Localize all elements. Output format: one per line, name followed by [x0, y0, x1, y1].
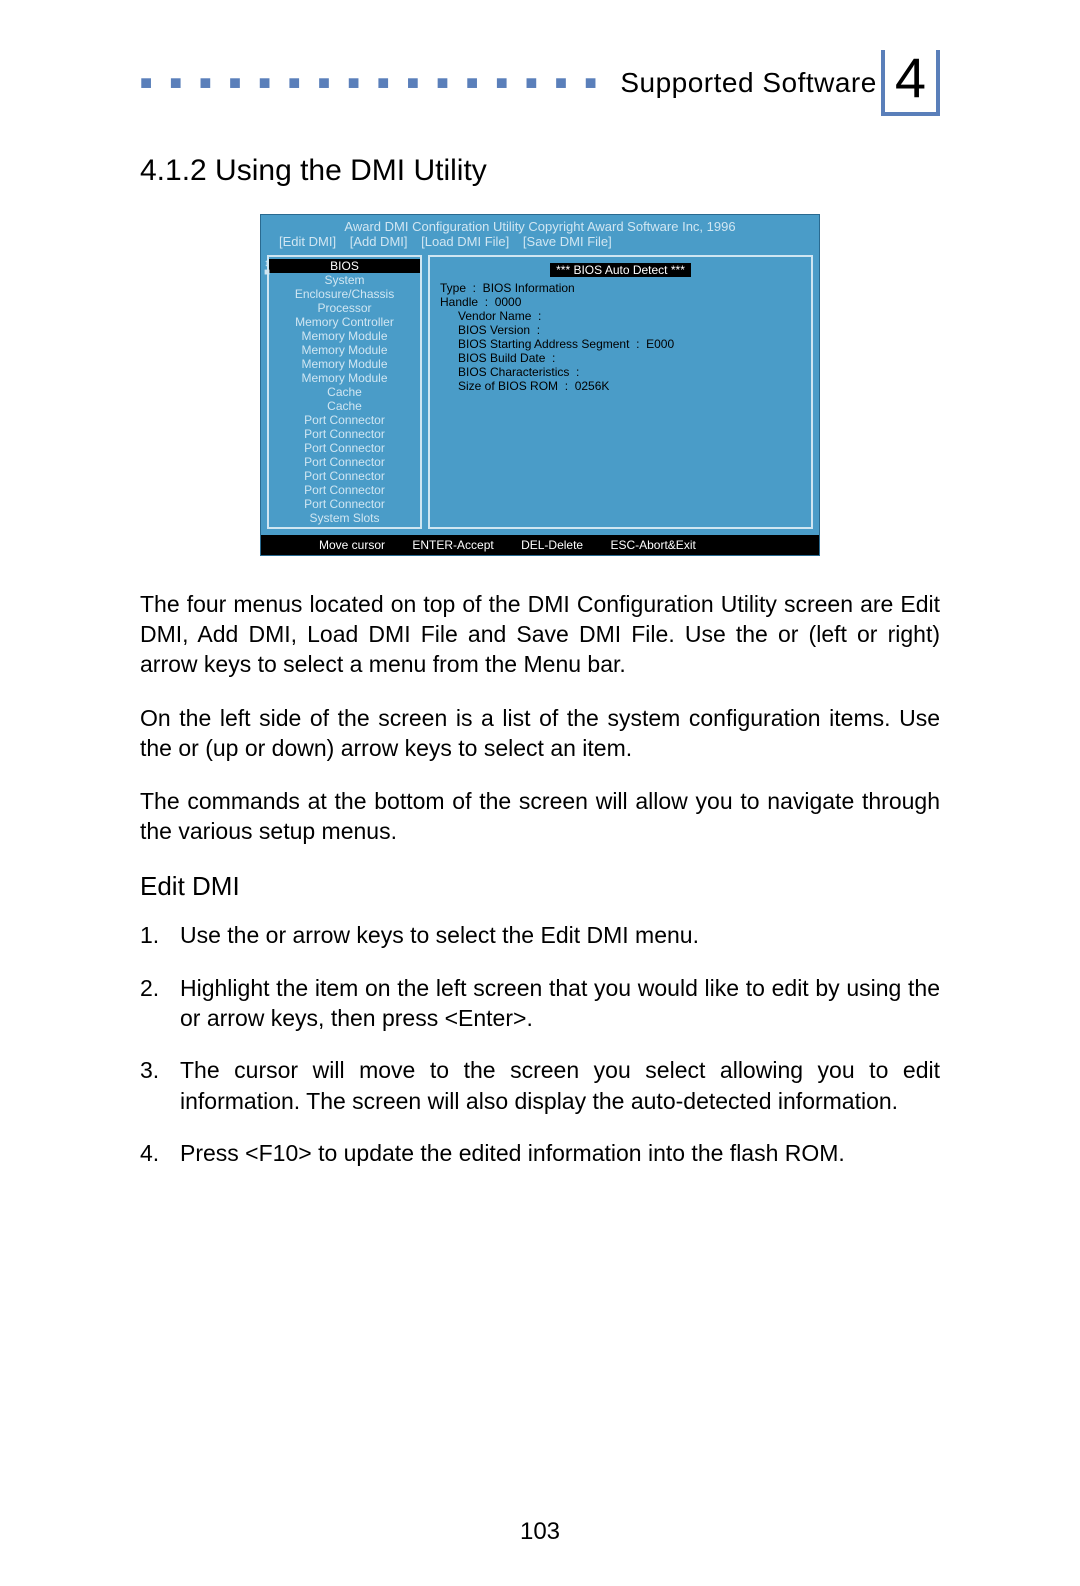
dmi-left-item: Port Connector — [269, 469, 420, 483]
dmi-info-line: Vendor Name : — [440, 309, 801, 323]
step-text: The cursor will move to the screen you s… — [180, 1057, 940, 1113]
step-text: Use the or arrow keys to select the Edit… — [180, 922, 699, 948]
dmi-left-item: Memory Module — [269, 343, 420, 357]
dmi-info-line: Size of BIOS ROM : 0256K — [440, 379, 801, 393]
dmi-right-panel: *** BIOS Auto Detect *** Type : BIOS Inf… — [428, 255, 813, 529]
dmi-menu-load: [Load DMI File] — [421, 234, 509, 249]
dmi-left-item: Port Connector — [269, 497, 420, 511]
step-number: 2. — [140, 973, 159, 1003]
dmi-left-item: Cache — [269, 385, 420, 399]
step-item: 2. Highlight the item on the left screen … — [140, 973, 940, 1034]
step-item: 4. Press <F10> to update the edited infor… — [140, 1138, 940, 1168]
page-container: ■ ■ ■ ■ ■ ■ ■ ■ ■ ■ ■ ■ ■ ■ ■ ■ ■ ■ ■ ■ … — [0, 0, 1080, 1586]
dmi-body: ↕■ BIOS System Enclosure/Chassis Process… — [261, 253, 819, 535]
dmi-left-item: Memory Module — [269, 329, 420, 343]
dmi-left-item: Enclosure/Chassis — [269, 287, 420, 301]
dmi-auto-detect-header: *** BIOS Auto Detect *** — [440, 263, 801, 277]
dmi-left-item: Port Connector — [269, 441, 420, 455]
dmi-menu-bar: [Edit DMI] [Add DMI] [Load DMI File] [Sa… — [261, 234, 819, 253]
cmd-del-delete: DEL-Delete — [521, 538, 583, 552]
subsection-heading: Edit DMI — [140, 871, 940, 902]
dmi-left-item: Port Connector — [269, 483, 420, 497]
dmi-info-line: BIOS Characteristics : — [440, 365, 801, 379]
edit-dmi-steps: 1. Use the or arrow keys to select the Ed… — [140, 920, 940, 1168]
step-item: 1. Use the or arrow keys to select the Ed… — [140, 920, 940, 950]
dmi-left-item: Processor — [269, 301, 420, 315]
dmi-auto-detect-label: *** BIOS Auto Detect *** — [550, 263, 691, 277]
section-title: 4.1.2 Using the DMI Utility — [140, 154, 940, 188]
paragraph: The four menus located on top of the DMI… — [140, 590, 940, 680]
step-number: 3. — [140, 1055, 159, 1085]
dmi-bottom-commands: Move cursor ENTER-Accept DEL-Delete ESC-… — [261, 535, 819, 555]
dmi-left-item: Memory Controller — [269, 315, 420, 329]
header-label: Supported Software — [610, 67, 881, 99]
page-number: 103 — [140, 1518, 940, 1546]
dmi-left-item: Memory Module — [269, 371, 420, 385]
dmi-left-item: Cache — [269, 399, 420, 413]
dmi-title-line: Award DMI Configuration Utility Copyrigh… — [261, 215, 819, 234]
cmd-move-cursor: Move cursor — [319, 538, 385, 552]
step-item: 3. The cursor will move to the screen you… — [140, 1055, 940, 1116]
running-header: ■ ■ ■ ■ ■ ■ ■ ■ ■ ■ ■ ■ ■ ■ ■ ■ ■ ■ ■ ■ … — [140, 50, 940, 116]
cmd-esc-abort: ESC-Abort&Exit — [610, 538, 695, 552]
dmi-menu-add: [Add DMI] — [350, 234, 408, 249]
step-number: 4. — [140, 1138, 159, 1168]
dmi-menu-save: [Save DMI File] — [523, 234, 612, 249]
paragraph: The commands at the bottom of the screen… — [140, 787, 940, 847]
dmi-info-line: Handle : 0000 — [440, 295, 801, 309]
dmi-left-item: Memory Module — [269, 357, 420, 371]
dmi-info-line: BIOS Build Date : — [440, 351, 801, 365]
dmi-info-line: Type : BIOS Information — [440, 281, 801, 295]
dmi-left-item: Port Connector — [269, 413, 420, 427]
dmi-utility-screenshot: Award DMI Configuration Utility Copyrigh… — [260, 214, 820, 556]
header-dots: ■ ■ ■ ■ ■ ■ ■ ■ ■ ■ ■ ■ ■ ■ ■ ■ ■ ■ ■ ■ … — [140, 72, 610, 95]
step-number: 1. — [140, 920, 159, 950]
dmi-left-list: ↕■ BIOS System Enclosure/Chassis Process… — [267, 255, 422, 529]
step-text: Highlight the item on the left screen th… — [180, 975, 940, 1031]
chapter-number-box: 4 — [881, 50, 940, 116]
step-text: Press <F10> to update the edited informa… — [180, 1140, 845, 1166]
dmi-menu-edit: [Edit DMI] — [279, 234, 336, 249]
dmi-info-line: BIOS Starting Address Segment : E000 — [440, 337, 801, 351]
dmi-info-line: BIOS Version : — [440, 323, 801, 337]
dmi-left-item: System — [269, 273, 420, 287]
scroll-marker-icon: ↕■ — [264, 259, 270, 277]
dmi-left-item: BIOS — [269, 259, 420, 273]
cmd-enter-accept: ENTER-Accept — [412, 538, 493, 552]
dmi-left-item: System Slots — [269, 511, 420, 525]
paragraph: On the left side of the screen is a list… — [140, 704, 940, 764]
dmi-left-item: Port Connector — [269, 427, 420, 441]
dmi-left-item: Port Connector — [269, 455, 420, 469]
